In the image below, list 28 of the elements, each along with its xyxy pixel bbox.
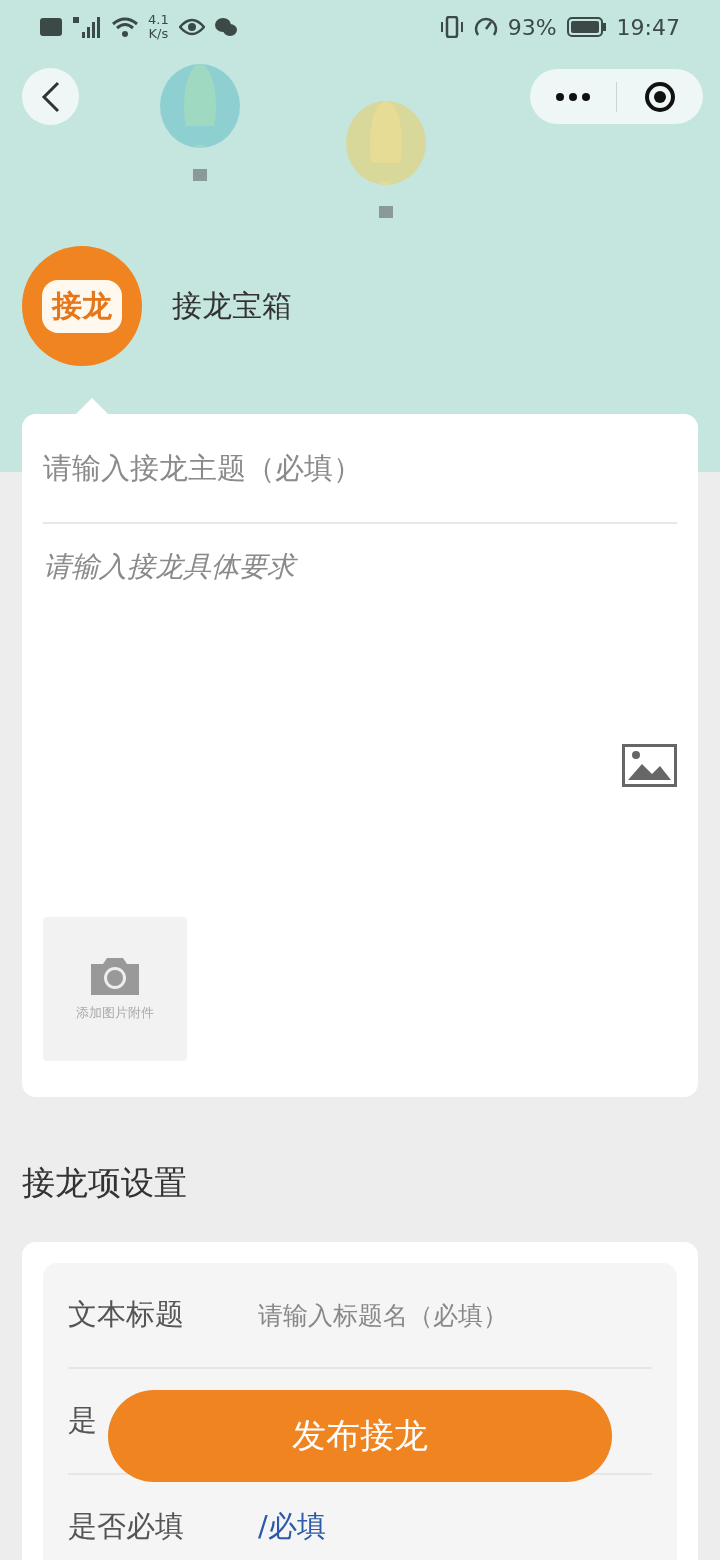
chat-icon (214, 17, 237, 37)
back-icon (40, 80, 61, 113)
close-icon (644, 80, 676, 113)
row-label: 文本标题 (68, 1296, 185, 1333)
back-button[interactable] (22, 68, 79, 125)
signal-icon (72, 16, 102, 38)
more-icon (555, 92, 591, 101)
clock: 19:47 (616, 14, 680, 40)
speed-unit: K/s (148, 27, 169, 41)
eye-icon (178, 18, 205, 36)
gauge-icon (473, 16, 498, 38)
add-attachment-button[interactable]: 添加图片附件 (43, 917, 187, 1061)
required-value[interactable]: /必填 (258, 1507, 326, 1547)
app-name: 接龙宝箱 (172, 286, 292, 325)
speed-value: 4.1 (148, 13, 169, 27)
row-label: 是 (68, 1402, 98, 1439)
image-icon[interactable] (622, 744, 677, 787)
vibrate-icon (439, 16, 464, 38)
wifi-icon (112, 17, 138, 37)
logo-text: 接龙 (42, 279, 122, 333)
camera-icon (89, 956, 141, 996)
battery-icon (566, 16, 607, 38)
title-name-field[interactable]: 请输入标题名（必填） (258, 1300, 652, 1330)
description-input[interactable]: 请输入接龙具体要求 (43, 524, 677, 744)
section-title: 接龙项设置 (21, 1162, 188, 1204)
publish-button[interactable]: 发布接龙 (108, 1390, 612, 1482)
battery-percent: 93% (507, 14, 557, 40)
row-label: 是否必填 (68, 1508, 185, 1545)
